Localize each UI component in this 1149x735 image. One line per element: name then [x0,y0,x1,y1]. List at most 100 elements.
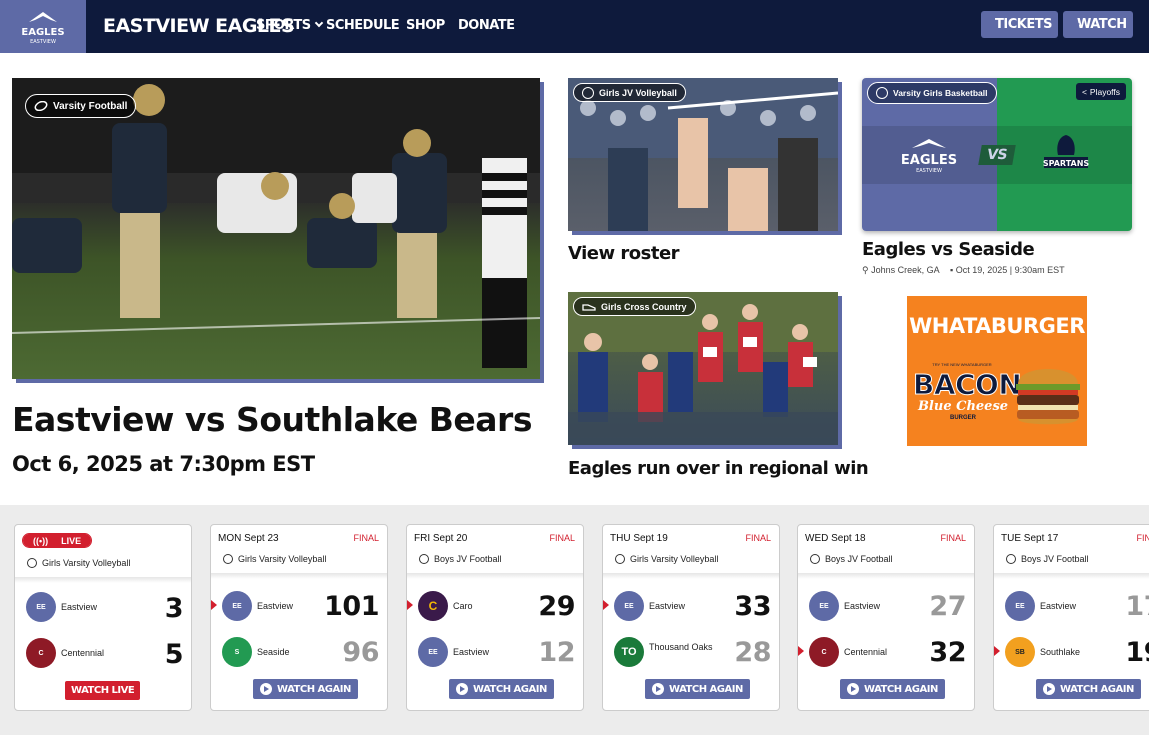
score-status: FINAL [745,533,771,543]
basketball-tile-title[interactable]: Eagles vs Seaside [862,239,1035,260]
score-status: FINAL [353,533,379,543]
score-status: FINAL [549,533,575,543]
basketball-datetime: ▪ Oct 19, 2025 | 9:30am EST [950,265,1065,275]
card-divider [603,573,779,579]
tickets-label: TICKETS [995,17,1052,32]
team-score: 29 [538,591,575,622]
chevron-down-icon [314,18,323,28]
ad-product-type: BURGER [949,415,976,421]
cross-country-photo[interactable]: Girls Cross Country [568,292,838,445]
volleyball-icon [582,86,594,99]
team-score: 33 [734,591,771,622]
share-icon: < [1081,86,1087,97]
score-card[interactable]: TUE Sept 17 FINAL Boys JV Football EE Ea… [993,524,1149,711]
play-icon [652,683,664,695]
score-date: THU Sept 19 [610,533,668,544]
score-card[interactable]: FRI Sept 20 FINAL Boys JV Football C Car… [406,524,584,711]
score-sport: Boys JV Football [419,554,502,564]
ad-product: BACON [913,368,1023,402]
watch-again-button[interactable]: WATCH AGAIN [645,679,750,699]
team-score: 32 [929,637,966,668]
volleyball-tag[interactable]: Girls JV Volleyball [573,83,686,102]
team-score: 19 [1125,637,1149,668]
team-name: Eastview [1040,601,1077,611]
ad-brand: WHATABURGER [909,314,1085,338]
spartans-team-logo: SPARTANS [1043,135,1089,168]
basketball-tag[interactable]: Varsity Girls Basketball [867,82,997,104]
team-score: 101 [324,591,379,622]
watch-again-button[interactable]: WATCH AGAIN [1036,679,1141,699]
eagles-logo[interactable]: EAGLES EASTVIEW [0,0,86,53]
nav-sports[interactable]: SPORTS [256,18,323,33]
score-status: FINAL [1136,533,1149,543]
cross-country-tag-label: Girls Cross Country [601,301,687,312]
hero-tag-label: Varsity Football [53,100,128,112]
team-name: Southlake [1040,647,1081,657]
score-sport-label: Boys JV Football [434,554,502,564]
hero-photo[interactable]: Varsity Football [12,78,540,379]
card-divider [15,577,191,583]
nav-shop[interactable]: SHOP [406,18,445,33]
watch-again-label: WATCH AGAIN [473,683,547,695]
volleyball-tag-label: Girls JV Volleyball [599,87,677,98]
playoffs-label: Playoffs [1089,86,1120,97]
watch-again-button[interactable]: WATCH AGAIN [449,679,554,699]
eastview-logo: EE [222,591,252,621]
team-name: Centennial [61,648,105,658]
winner-indicator [603,600,609,610]
watch-again-label: WATCH AGAIN [864,683,938,695]
tickets-button[interactable]: TICKETS [981,11,1058,38]
watch-again-button[interactable]: WATCH AGAIN [840,679,945,699]
cross-country-tag[interactable]: Girls Cross Country [573,297,696,316]
playoffs-badge: < Playoffs [1075,83,1126,100]
score-sport: Boys JV Football [810,554,893,564]
team-name: Eastview [844,601,881,611]
hero-tag[interactable]: Varsity Football [25,94,137,118]
score-card[interactable]: MON Sept 23 FINAL Girls Varsity Volleyba… [210,524,388,711]
watch-label: WATCH [1077,17,1127,32]
nav-donate[interactable]: DONATE [458,18,515,33]
eastview-logo: EE [614,591,644,621]
basketball-icon [876,87,888,99]
score-card[interactable]: WED Sept 18 FINAL Boys JV Football EE Ea… [797,524,975,711]
card-divider [211,573,387,579]
cross-country-tile-title[interactable]: Eagles run over in regional win [568,458,869,479]
football-icon [34,101,48,111]
team-name: Seaside [257,647,290,657]
basketball-location: ⚲ Johns Creek, GA [862,265,940,276]
nav-schedule[interactable]: SCHEDULE [326,18,400,33]
score-date: FRI Sept 20 [414,533,468,544]
football-icon [1006,554,1016,564]
hero-title[interactable]: Eastview vs Southlake Bears [12,400,532,439]
play-icon [1043,683,1055,695]
winner-indicator [994,646,1000,656]
football-icon [419,554,429,564]
team-score: 96 [342,637,379,668]
svg-text:EAGLES: EAGLES [901,153,957,168]
basketball-matchup-card[interactable]: EAGLES EASTVIEW VS SPARTANS Varsity Girl… [862,78,1132,231]
team-score: 27 [929,591,966,622]
score-sport-label: Girls Varsity Volleyball [42,558,131,568]
score-sport: Girls Varsity Volleyball [615,554,718,564]
volleyball-tile-title[interactable]: View roster [568,243,680,264]
caro-logo: C [418,591,448,621]
team-score: 12 [538,637,575,668]
volleyball-photo[interactable]: Girls JV Volleyball [568,78,838,231]
team-name: Caro [453,601,473,611]
svg-text:EASTVIEW: EASTVIEW [916,168,942,174]
volleyball-icon [223,554,233,564]
play-icon [260,683,272,695]
whataburger-ad[interactable]: WHATABURGER TRY THE NEW WHATABURGER BACO… [907,296,1087,446]
southlake-logo: SB [1005,637,1035,667]
watch-again-button[interactable]: WATCH AGAIN [253,679,358,699]
score-sport: Girls Varsity Volleyball [223,554,326,564]
winner-indicator [211,600,217,610]
play-icon [456,683,468,695]
watch-live-button[interactable]: WATCH LIVE [65,681,141,700]
score-card-live[interactable]: ((•)) LIVE Girls Varsity Volleyball EE Ea… [14,524,192,711]
score-card[interactable]: THU Sept 19 FINAL Girls Varsity Volleyba… [602,524,780,711]
centennial-logo: C [26,638,56,668]
team-name: Eastview [61,602,98,612]
watch-button[interactable]: WATCH [1063,11,1133,38]
team-name: Thousand Oaks [649,642,713,652]
